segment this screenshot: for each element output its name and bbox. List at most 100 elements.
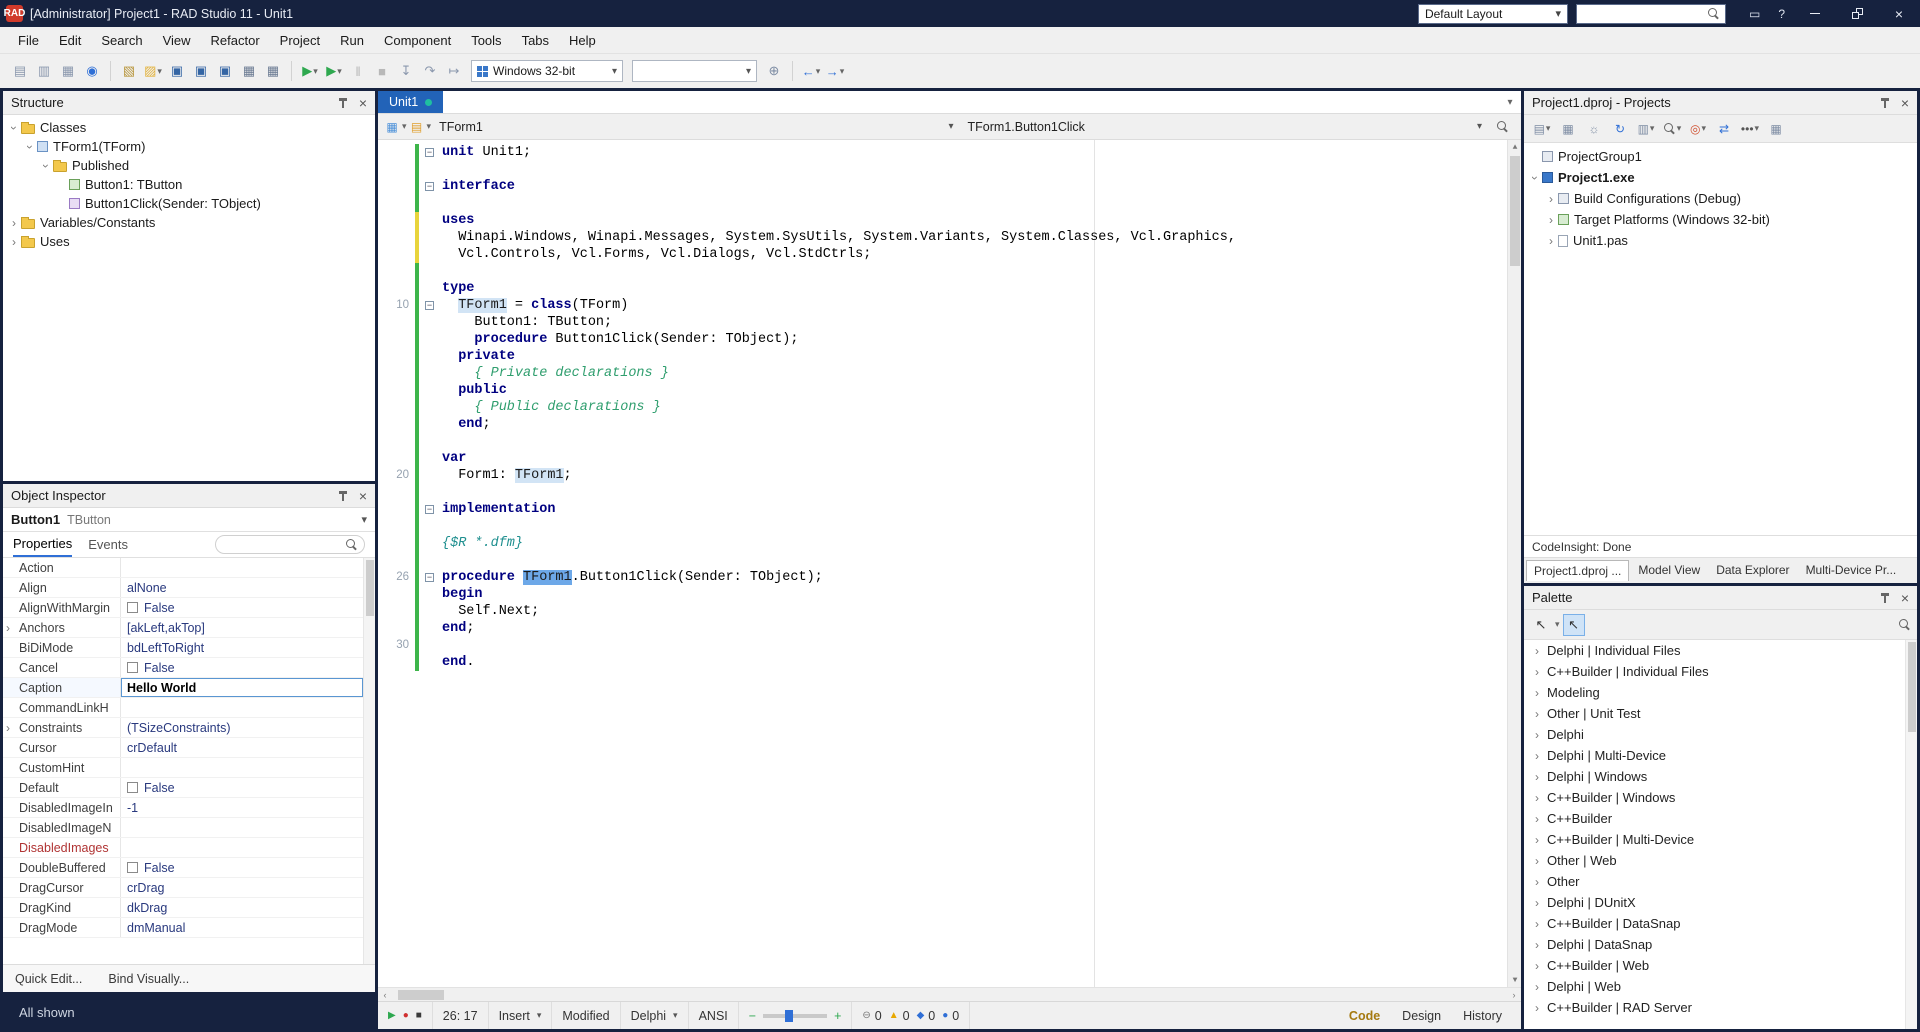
- project-remove-icon[interactable]: ▦: [1556, 117, 1580, 141]
- expander-icon[interactable]: ›: [1530, 749, 1544, 763]
- expander-icon[interactable]: ›: [1530, 791, 1544, 805]
- breadcrumb-type-select[interactable]: TForm1 ▾: [433, 117, 959, 137]
- save-icon[interactable]: ▣: [165, 59, 189, 83]
- expander-icon[interactable]: ›: [1530, 644, 1544, 658]
- fold-marker-icon[interactable]: −: [422, 569, 438, 586]
- code-line-12[interactable]: procedure Button1Click(Sender: TObject);: [378, 331, 1507, 348]
- property-row-alignwithmargin[interactable]: AlignWithMargin False: [3, 598, 363, 618]
- project-refresh-icon[interactable]: ↻: [1608, 117, 1632, 141]
- pin-icon[interactable]: [337, 97, 349, 109]
- code-line-4[interactable]: [378, 195, 1507, 212]
- code-line-10[interactable]: 10 − TForm1 = class(TForm): [378, 297, 1507, 314]
- fold-marker-icon[interactable]: −: [422, 297, 438, 314]
- tree-item-target-platforms-windows-32-bit-[interactable]: › Target Platforms (Windows 32-bit): [1524, 209, 1917, 230]
- code-line-29[interactable]: end;: [378, 620, 1507, 637]
- menu-component[interactable]: Component: [374, 28, 461, 53]
- code-line-28[interactable]: Self.Next;: [378, 603, 1507, 620]
- palette-category-c-builder-web[interactable]: › C++Builder | Web: [1524, 955, 1905, 976]
- property-value[interactable]: [121, 558, 363, 577]
- property-value[interactable]: [121, 818, 363, 837]
- expander-icon[interactable]: ›: [1530, 938, 1544, 952]
- expander-icon[interactable]: ›: [1528, 171, 1542, 185]
- tree-item-published[interactable]: › Published: [3, 156, 375, 175]
- tab-list-chevron-icon[interactable]: ▾: [1499, 91, 1521, 113]
- property-row-action[interactable]: Action: [3, 558, 363, 578]
- menu-refactor[interactable]: Refactor: [201, 28, 270, 53]
- expander-icon[interactable]: ›: [1530, 917, 1544, 931]
- project-add-icon[interactable]: ▤ ▾: [1530, 117, 1554, 141]
- expander-icon[interactable]: ›: [1530, 896, 1544, 910]
- pin-icon[interactable]: [337, 490, 349, 502]
- menu-search[interactable]: Search: [91, 28, 152, 53]
- zoom-thumb[interactable]: [785, 1009, 794, 1022]
- palette-category-delphi-datasnap[interactable]: › Delphi | DataSnap: [1524, 934, 1905, 955]
- property-value[interactable]: [121, 698, 363, 717]
- expand-icon[interactable]: ›: [6, 621, 10, 635]
- property-row-disabledimagen[interactable]: DisabledImageN: [3, 818, 363, 838]
- expander-icon[interactable]: ›: [1530, 959, 1544, 973]
- close-button[interactable]: ×: [1878, 0, 1920, 27]
- projects-tab-1[interactable]: Project1.dproj ...: [1526, 560, 1630, 581]
- menu-tabs[interactable]: Tabs: [512, 28, 559, 53]
- stop-icon[interactable]: ■: [370, 59, 394, 83]
- target-icon[interactable]: ⊕: [762, 59, 786, 83]
- tab-events[interactable]: Events: [88, 533, 128, 556]
- pin-icon[interactable]: [1879, 97, 1891, 109]
- property-value[interactable]: crDefault: [121, 738, 363, 757]
- palette-category-c-builder-individual-files[interactable]: › C++Builder | Individual Files: [1524, 661, 1905, 682]
- code-line-13[interactable]: private: [378, 348, 1507, 365]
- tree-item-build-configurations-debug-[interactable]: › Build Configurations (Debug): [1524, 188, 1917, 209]
- module-view-icon[interactable]: ▦: [384, 120, 400, 134]
- expander-icon[interactable]: ›: [1530, 833, 1544, 847]
- property-value[interactable]: [121, 758, 363, 777]
- code-line-23[interactable]: [378, 518, 1507, 535]
- expander-icon[interactable]: ›: [1530, 812, 1544, 826]
- menu-file[interactable]: File: [8, 28, 49, 53]
- expander-icon[interactable]: ›: [7, 216, 21, 230]
- code-line-25[interactable]: [378, 552, 1507, 569]
- macro-stop-icon[interactable]: ■: [416, 1010, 422, 1021]
- palette-category-c-builder-datasnap[interactable]: › C++Builder | DataSnap: [1524, 913, 1905, 934]
- scroll-left-arrow[interactable]: ‹: [378, 988, 392, 1002]
- palette-category-c-builder[interactable]: › C++Builder: [1524, 808, 1905, 829]
- code-line-9[interactable]: type: [378, 280, 1507, 297]
- property-row-align[interactable]: Align alNone: [3, 578, 363, 598]
- new-unit-icon[interactable]: ▧: [117, 59, 141, 83]
- palette-category-other-unit-test[interactable]: › Other | Unit Test: [1524, 703, 1905, 724]
- property-value[interactable]: False: [121, 858, 363, 877]
- code-line-14[interactable]: { Private declarations }: [378, 365, 1507, 382]
- code-line-22[interactable]: − implementation: [378, 501, 1507, 518]
- palette-category-c-builder-multi-device[interactable]: › C++Builder | Multi-Device: [1524, 829, 1905, 850]
- view-button-code[interactable]: Code: [1338, 1009, 1391, 1023]
- code-line-8[interactable]: [378, 263, 1507, 280]
- projects-tab-4[interactable]: Multi-Device Pr...: [1799, 560, 1904, 580]
- expander-icon[interactable]: ›: [7, 235, 21, 249]
- project-search-icon[interactable]: ▾: [1660, 117, 1684, 141]
- tree-item-project1-exe[interactable]: › Project1.exe: [1524, 167, 1917, 188]
- quick-edit-link[interactable]: Quick Edit...: [15, 972, 82, 986]
- tree-item-unit1-pas[interactable]: › Unit1.pas: [1524, 230, 1917, 251]
- property-row-default[interactable]: Default False: [3, 778, 363, 798]
- property-row-commandlinkh[interactable]: CommandLinkH: [3, 698, 363, 718]
- editor-horizontal-scrollbar[interactable]: ‹ ›: [378, 987, 1521, 1001]
- palette-category-delphi-windows[interactable]: › Delphi | Windows: [1524, 766, 1905, 787]
- close-icon[interactable]: ×: [1901, 96, 1909, 110]
- tree-item-button1-tbutton[interactable]: Button1: TButton: [3, 175, 375, 194]
- minimize-button[interactable]: [1794, 0, 1836, 27]
- selection-tool-active-icon[interactable]: ↖: [1562, 613, 1585, 636]
- breadcrumb-member-select[interactable]: TForm1.Button1Click ▾: [962, 117, 1488, 137]
- project-run-icon[interactable]: ◎ ▾: [1686, 117, 1710, 141]
- property-row-anchors[interactable]: › Anchors [akLeft,akTop]: [3, 618, 363, 638]
- property-value[interactable]: dkDrag: [121, 898, 363, 917]
- property-value[interactable]: False: [121, 598, 363, 617]
- property-row-caption[interactable]: Caption Hello World: [3, 678, 363, 698]
- code-line-24[interactable]: {$R *.dfm}: [378, 535, 1507, 552]
- tree-item-classes[interactable]: › Classes: [3, 118, 375, 137]
- property-value[interactable]: [121, 838, 363, 857]
- code-line-1[interactable]: − unit Unit1;: [378, 144, 1507, 161]
- code-line-26[interactable]: 26 − procedure TForm1.Button1Click(Sender:…: [378, 569, 1507, 586]
- pause-icon[interactable]: ‖: [346, 59, 370, 83]
- editor-vertical-scrollbar[interactable]: ▲ ▼: [1507, 140, 1521, 987]
- code-line-20[interactable]: 20 Form1: TForm1;: [378, 467, 1507, 484]
- projects-tab-2[interactable]: Model View: [1631, 560, 1707, 580]
